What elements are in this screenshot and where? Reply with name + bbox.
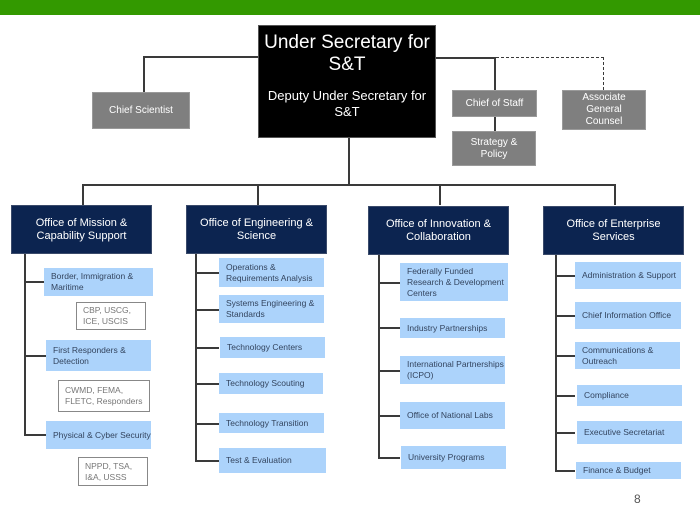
connector-line xyxy=(143,56,145,92)
connector-line xyxy=(378,415,400,417)
connector-line xyxy=(555,395,575,397)
connector-line xyxy=(378,327,400,329)
connector-line xyxy=(195,347,219,349)
unit-technology-scouting: Technology Scouting xyxy=(219,373,323,394)
unit-technology-transition: Technology Transition xyxy=(219,413,324,433)
connector-line xyxy=(195,423,219,425)
connector-line xyxy=(257,184,259,205)
connector-line xyxy=(82,184,84,205)
unit-university-programs: University Programs xyxy=(401,446,506,469)
unit-border-immigration-maritime: Border, Immigration & Maritime xyxy=(44,268,153,296)
connector-line xyxy=(614,184,616,205)
connector-line xyxy=(494,57,496,90)
components-box: CBP, USCG, ICE, USCIS xyxy=(76,302,146,330)
office-mission-capability: Office of Mission & Capability Support xyxy=(11,205,152,254)
general-counsel-box: Associate General Counsel xyxy=(562,90,646,130)
components-box: CWMD, FEMA, FLETC, Responders xyxy=(58,380,150,412)
unit-executive-secretariat: Executive Secretariat xyxy=(577,421,682,444)
unit-communications-outreach: Communications & Outreach xyxy=(575,342,680,369)
connector-line xyxy=(555,255,557,471)
unit-physical-cyber-security: Physical & Cyber Security xyxy=(46,421,151,449)
dashed-connector xyxy=(603,57,604,90)
connector-line xyxy=(82,184,615,186)
connector-line xyxy=(439,184,441,205)
unit-administration-support: Administration & Support xyxy=(575,262,681,289)
unit-systems-engineering: Systems Engineering & Standards xyxy=(219,295,324,323)
unit-international-partnerships: International Partnerships (ICPO) xyxy=(400,356,505,384)
connector-line xyxy=(195,460,219,462)
under-secretary-box: Under Secretary for S&T Deputy Under Sec… xyxy=(258,25,436,138)
unit-chief-information-office: Chief Information Office xyxy=(575,302,681,329)
connector-line xyxy=(555,470,575,472)
chief-scientist-box: Chief Scientist xyxy=(92,92,190,129)
connector-line xyxy=(348,138,350,185)
connector-line xyxy=(195,254,197,461)
dashed-connector xyxy=(496,57,604,58)
unit-finance-budget: Finance & Budget xyxy=(576,462,681,479)
connector-line xyxy=(436,57,496,59)
header-bar xyxy=(0,0,700,15)
connector-line xyxy=(555,355,575,357)
unit-ffrdc: Federally Funded Research & Development … xyxy=(400,263,508,301)
connector-line xyxy=(494,116,496,131)
connector-line xyxy=(143,56,258,58)
connector-line xyxy=(24,281,44,283)
connector-line xyxy=(378,457,400,459)
deputy-under-secretary-title: Deputy Under Secretary for S&T xyxy=(267,88,427,119)
office-enterprise-services: Office of Enterprise Services xyxy=(543,206,684,255)
chief-of-staff-box: Chief of Staff xyxy=(452,90,537,117)
connector-line xyxy=(555,275,575,277)
connector-line xyxy=(195,383,219,385)
connector-line xyxy=(378,370,400,372)
under-secretary-title: Under Secretary for S&T xyxy=(264,32,430,75)
unit-technology-centers: Technology Centers xyxy=(220,337,325,358)
connector-line xyxy=(555,432,575,434)
unit-first-responders-detection: First Responders & Detection xyxy=(46,340,151,371)
strategy-policy-box: Strategy & Policy xyxy=(452,131,536,166)
connector-line xyxy=(378,282,400,284)
unit-national-labs: Office of National Labs xyxy=(400,402,505,429)
unit-operations-requirements: Operations & Requirements Analysis xyxy=(219,258,324,287)
connector-line xyxy=(555,315,575,317)
connector-line xyxy=(24,355,46,357)
unit-compliance: Compliance xyxy=(577,385,682,406)
unit-test-evaluation: Test & Evaluation xyxy=(219,448,326,473)
connector-line xyxy=(195,272,219,274)
office-innovation-collaboration: Office of Innovation & Collaboration xyxy=(368,206,509,255)
page-number: 8 xyxy=(634,492,641,506)
office-engineering-science: Office of Engineering & Science xyxy=(186,205,327,254)
connector-line xyxy=(24,434,46,436)
connector-line xyxy=(195,309,219,311)
unit-industry-partnerships: Industry Partnerships xyxy=(400,318,505,338)
connector-line xyxy=(378,255,380,458)
components-box: NPPD, TSA, I&A, USSS xyxy=(78,457,148,486)
